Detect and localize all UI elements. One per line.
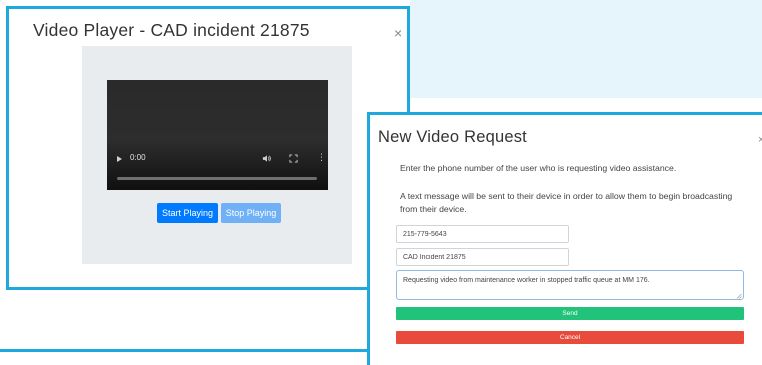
video-player-panel: 0:00 ⋮ Start Playing Stop Playing	[82, 46, 352, 264]
stop-playing-button[interactable]: Stop Playing	[221, 203, 281, 223]
play-icon[interactable]	[117, 156, 122, 162]
more-options-icon[interactable]: ⋮	[317, 153, 326, 162]
video-player-modal: Video Player - CAD incident 21875 × 0:00…	[6, 6, 410, 290]
notice-text: A text message will be sent to their dev…	[400, 191, 733, 214]
send-button[interactable]: Send	[396, 307, 744, 320]
close-icon[interactable]: ×	[758, 135, 762, 146]
fullscreen-icon[interactable]	[289, 154, 298, 163]
video-progress-bar[interactable]	[117, 177, 317, 180]
cancel-button[interactable]: Cancel	[396, 331, 744, 344]
video-element[interactable]: 0:00 ⋮	[107, 80, 328, 190]
volume-icon[interactable]	[262, 154, 271, 163]
message-textarea[interactable]: Requesting video from maintenance worker…	[396, 270, 744, 300]
instruction-text: Enter the phone number of the user who i…	[400, 163, 677, 173]
phone-number-input[interactable]	[396, 225, 569, 243]
close-icon[interactable]: ×	[394, 26, 402, 40]
background-band	[410, 0, 762, 98]
video-request-title: New Video Request	[378, 128, 527, 146]
resize-handle-icon[interactable]	[736, 293, 742, 299]
video-request-modal: New Video Request × Enter the phone numb…	[367, 112, 762, 365]
cad-incident-input[interactable]	[396, 248, 569, 266]
video-player-title: Video Player - CAD incident 21875	[33, 20, 310, 40]
video-current-time: 0:00	[130, 153, 146, 162]
start-playing-button[interactable]: Start Playing	[157, 203, 218, 223]
